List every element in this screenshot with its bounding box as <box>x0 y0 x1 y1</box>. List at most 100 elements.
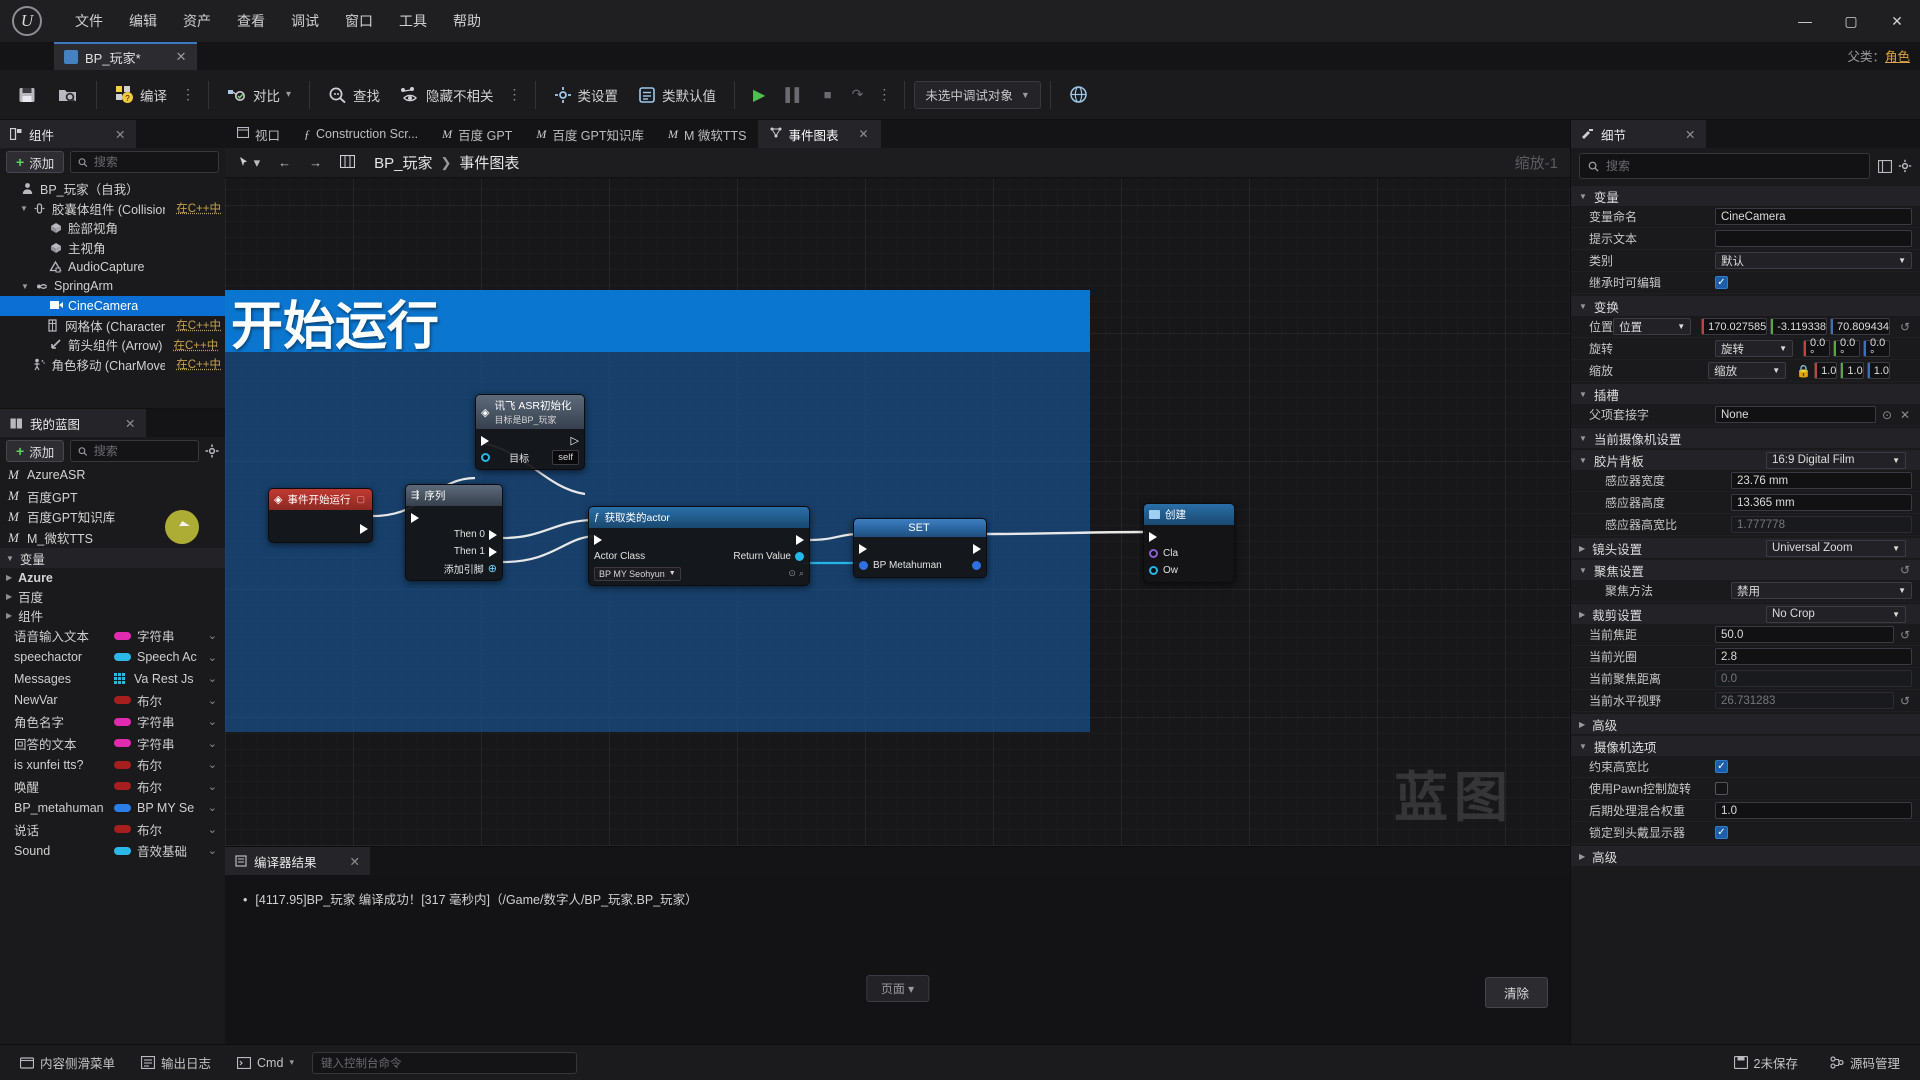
source-control-button[interactable]: 源码管理 <box>1822 1049 1908 1076</box>
expand-caret-icon[interactable]: ▼ <box>20 282 30 291</box>
details-search-input[interactable] <box>1606 159 1861 173</box>
add-component-button[interactable]: + 添加 <box>6 151 65 173</box>
eye-icon[interactable]: ⌄ <box>208 844 225 857</box>
variable-item[interactable]: Sound 音效基础 ⌄ <box>0 840 225 862</box>
vector-z-input[interactable]: 1.0 <box>1866 362 1890 379</box>
compile-button[interactable]: ? 编译 <box>106 77 176 113</box>
play-button[interactable]: ▶ <box>744 77 774 113</box>
clear-icon[interactable]: ✕ <box>1898 408 1912 422</box>
diff-button[interactable]: 对比 ▾ <box>218 77 300 113</box>
eye-icon[interactable]: ⌄ <box>208 737 225 750</box>
menu-window[interactable]: 窗口 <box>332 5 386 37</box>
menu-assets[interactable]: 资产 <box>170 5 224 37</box>
transform-mode-dropdown[interactable]: 位置 ▼ <box>1613 318 1692 335</box>
node-xunfei-asr-init[interactable]: ◈ 讯飞 ASR初始化 目标是BP_玩家 ▷ 目标 self <box>475 394 585 470</box>
checkbox[interactable]: ✓ <box>1715 760 1728 773</box>
component-tree-item[interactable]: AudioCapture <box>0 257 225 277</box>
eye-icon[interactable]: ⌄ <box>208 715 225 728</box>
console-command-input[interactable]: 键入控制台命令 <box>311 1051 577 1074</box>
eye-icon[interactable]: ⌄ <box>208 780 225 793</box>
class-settings-button[interactable]: 类设置 <box>545 77 628 113</box>
graph-tab-1[interactable]: ƒ Construction Scr... <box>292 120 430 148</box>
graph-tab-3[interactable]: M 百度 GPT知识库 <box>524 120 656 148</box>
component-tree-item[interactable]: 主视角 <box>0 238 225 258</box>
details-section-3[interactable]: ▼ 当前摄像机设置 <box>1571 428 1920 448</box>
text-input[interactable]: 23.76 mm <box>1731 472 1912 489</box>
node-create-widget[interactable]: 创建 Cla Ow <box>1143 503 1235 583</box>
myblueprint-search[interactable] <box>70 440 199 462</box>
reset-icon[interactable]: ↺ <box>1898 628 1912 642</box>
browse-icon[interactable]: ⊙ <box>788 568 796 579</box>
component-tree-item[interactable]: ▼ 胶囊体组件 (CollisionCylinder) 在C++中 <box>0 199 225 219</box>
graph-back-button[interactable]: ← <box>273 153 296 172</box>
lock-icon[interactable]: 🔒 <box>1796 364 1811 378</box>
metahuman-in-pin[interactable] <box>859 561 868 570</box>
chevron-down-icon[interactable]: ▾ <box>286 89 291 100</box>
eye-icon[interactable]: ⌄ <box>208 758 225 771</box>
close-icon[interactable]: ✕ <box>125 416 135 431</box>
details-section-9[interactable]: ▶ 高级 <box>1571 714 1920 734</box>
component-tree-item[interactable]: 箭头组件 (Arrow) 在C++中 <box>0 335 225 355</box>
checkbox[interactable] <box>1715 782 1728 795</box>
eye-icon[interactable]: ⌄ <box>208 651 225 664</box>
socket-value[interactable]: None <box>1715 406 1876 423</box>
text-input[interactable]: 2.8 <box>1715 648 1912 665</box>
eye-icon[interactable]: ⌄ <box>208 694 225 707</box>
myblueprint-macro-item[interactable]: M 百度GPT <box>0 486 225 507</box>
exec-in-pin[interactable] <box>594 534 602 545</box>
variable-item[interactable]: speechactor Speech Ac ⌄ <box>0 647 225 669</box>
output-log-button[interactable]: 输出日志 <box>133 1049 219 1076</box>
menu-debug[interactable]: 调试 <box>278 5 332 37</box>
menu-view[interactable]: 查看 <box>224 5 278 37</box>
search-icon[interactable]: ⌕ <box>799 568 804 579</box>
actor-class-dropdown[interactable]: BP MY Seohyun ▼ <box>594 566 681 581</box>
vector-z-input[interactable]: 70.809434 <box>1830 318 1890 335</box>
variable-item[interactable]: NewVar 布尔 ⌄ <box>0 690 225 712</box>
eye-icon[interactable]: ⌄ <box>208 672 225 685</box>
hide-options-button[interactable]: ⋮ <box>505 86 526 103</box>
owner-pin[interactable] <box>1149 566 1158 575</box>
details-section-6[interactable]: ▼ 聚焦设置 ↺ <box>1571 560 1920 580</box>
myblueprint-macro-item[interactable]: M AzureASR <box>0 465 225 486</box>
then1-pin[interactable] <box>489 546 497 557</box>
vector-y-input[interactable]: 1.0 <box>1840 362 1864 379</box>
add-pin-icon[interactable]: ⊕ <box>488 562 497 575</box>
text-input[interactable]: CineCamera <box>1715 208 1912 225</box>
graph-grid-button[interactable] <box>335 153 360 173</box>
checkbox[interactable]: ✓ <box>1715 276 1728 289</box>
close-icon[interactable]: ✕ <box>1685 127 1695 142</box>
graph-tab-2[interactable]: M 百度 GPT <box>430 120 524 148</box>
compile-options-button[interactable]: ⋮ <box>178 86 199 103</box>
component-tree-item[interactable]: CineCamera <box>0 296 225 316</box>
details-section-4[interactable]: ▼ 胶片背板 16:9 Digital Film ▼ <box>1571 450 1920 470</box>
exec-in-pin[interactable] <box>481 435 489 446</box>
menu-edit[interactable]: 编辑 <box>116 5 170 37</box>
variable-group[interactable]: ▶ Azure <box>0 568 225 587</box>
myblueprint-search-input[interactable] <box>93 444 191 458</box>
blueprint-canvas[interactable]: 开始运行 蓝图 ◈ 讯飞 ASR初始化 目标是BP_玩家 ▷ 目标 self ◈… <box>225 178 1570 846</box>
variable-group[interactable]: ▶ 组件 <box>0 606 225 625</box>
eye-icon[interactable]: ⌄ <box>208 823 225 836</box>
tab-compiler-results[interactable]: 编译器结果 ✕ <box>225 847 370 875</box>
expand-caret-icon[interactable]: ▼ <box>1579 192 1587 201</box>
exec-in-pin[interactable] <box>1149 531 1157 542</box>
vector-y-input[interactable]: 0.0 ° <box>1833 337 1860 361</box>
expand-caret-icon[interactable]: ▶ <box>6 573 12 582</box>
variable-item[interactable]: is xunfei tts? 布尔 ⌄ <box>0 754 225 776</box>
graph-tool-dropdown[interactable]: ▾ <box>233 153 265 173</box>
node-sequence[interactable]: ⇶ 序列 Then 0 Then 1 添加引脚 ⊕ <box>405 484 503 581</box>
component-tree-item[interactable]: BP_玩家（自我） <box>0 179 225 199</box>
text-input[interactable]: 13.365 mm <box>1731 494 1912 511</box>
vector-x-input[interactable]: 170.027585 <box>1701 318 1768 335</box>
node-get-all-actors-of-class[interactable]: ƒ 获取类的actor Actor Class Return Value BP … <box>588 506 810 586</box>
pause-button[interactable]: ▌▌ <box>776 77 812 113</box>
cpp-link[interactable]: 在C++中 <box>173 337 218 353</box>
section-value-dropdown[interactable]: 16:9 Digital Film ▼ <box>1766 451 1906 469</box>
add-blueprint-item-button[interactable]: + 添加 <box>6 440 65 462</box>
variable-item[interactable]: 角色名字 字符串 ⌄ <box>0 711 225 733</box>
maximize-button[interactable]: ▢ <box>1828 0 1874 42</box>
eye-icon[interactable]: ⌄ <box>208 801 225 814</box>
text-input[interactable]: 50.0 <box>1715 626 1894 643</box>
close-icon[interactable]: ✕ <box>115 127 125 142</box>
transform-mode-dropdown[interactable]: 缩放 ▼ <box>1708 362 1787 379</box>
